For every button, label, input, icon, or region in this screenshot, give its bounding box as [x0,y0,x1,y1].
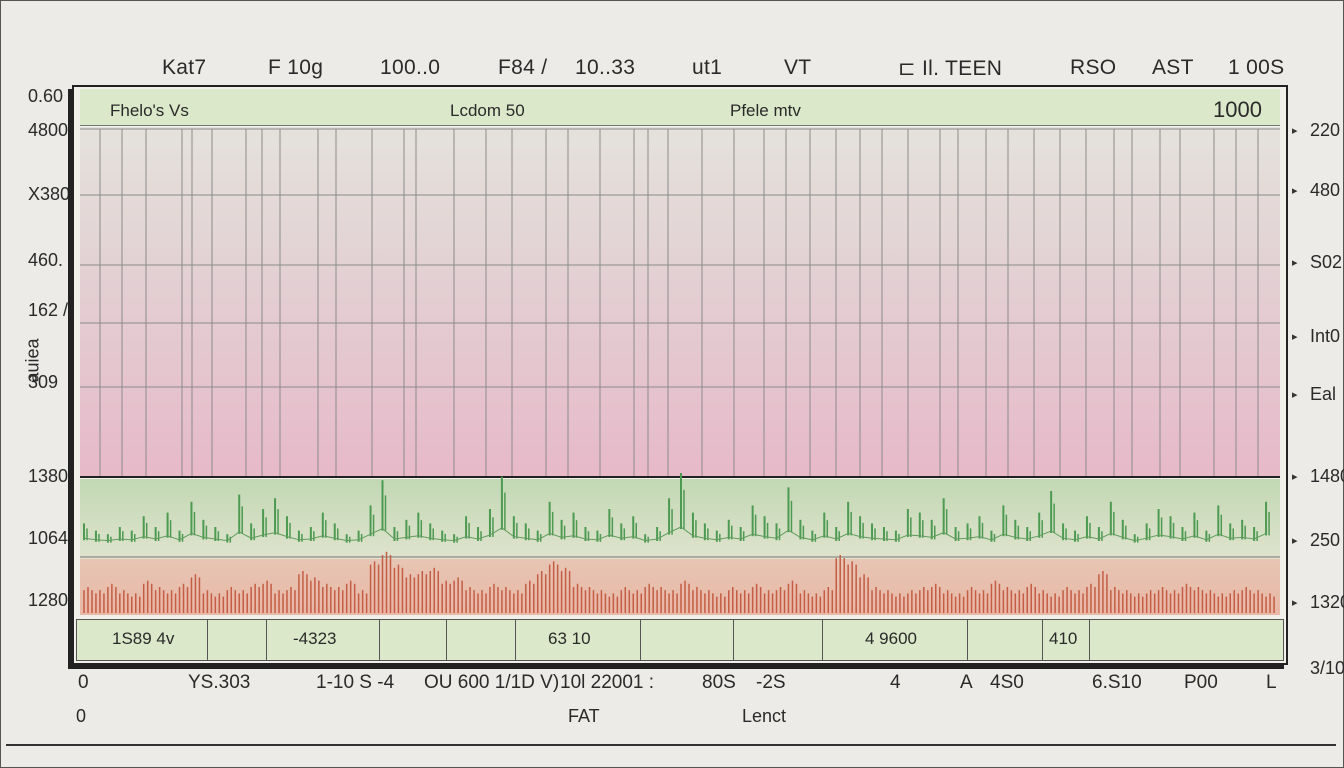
left-tick-label: 1380 [28,466,69,486]
header-label: 1 00S [1228,56,1285,79]
bottom-cell: 1S89 4v [77,620,208,660]
header-label: AST [1152,56,1194,79]
x-axis-name: Lenct [742,706,787,726]
header-label: F 10g [268,56,324,79]
right-tick-marker: ▸ [1292,535,1298,547]
chart-svg [80,127,1280,615]
right-tick-label: 480 [1310,180,1341,200]
right-tick-marker: ▸ [1292,597,1298,609]
right-tick-marker: ▸ [1292,185,1298,197]
x-tick-label: 4 [890,672,901,693]
x-axis-name: FAT [568,706,600,726]
bottom-cell [447,620,516,660]
bottom-cell: 4 9600 [823,620,968,660]
right-tick-label: 1480 [1310,466,1344,486]
header-label: 10..33 [575,56,636,79]
right-tick-marker: ▸ [1292,257,1298,269]
header-label: ut1 [692,56,723,79]
chart-area: Fhelo's Vs Lcdom 50 Pfele mtv 1000 1S89 … [72,85,1288,665]
x-tick-label: 10l 22001 : [560,672,655,693]
x-tick-label: 4S0 [990,672,1024,693]
bottom-cell [208,620,267,660]
header-label: RSO [1070,56,1117,79]
right-tick-label: 250 [1310,530,1341,550]
bottom-cell [380,620,447,660]
y-axis-label: auiea [22,338,43,383]
bottom-cell-value: -4323 [293,629,337,648]
bottom-cell [641,620,734,660]
red-band-background [80,559,1280,615]
bottom-cell [968,620,1043,660]
bottom-cell-value: 63 10 [548,629,591,648]
x-tick-label: 1-10 S -4 [316,672,395,693]
right-tick-marker: ▸ [1292,471,1298,483]
x-tick-label: L [1266,672,1277,693]
right-tick-marker: ▸ [1292,125,1298,137]
bottom-cell: 410 [1043,620,1090,660]
bottom-cell: 63 10 [516,620,641,660]
x-tick-label: 6.S10 [1092,672,1142,693]
top-band-left: Fhelo's Vs [110,101,189,120]
x-axis-name: 0 [76,706,87,726]
x-tick-label: P00 [1184,672,1218,693]
right-tick-label: S02 [1310,252,1343,272]
right-tick-marker: ▸ [1292,331,1298,343]
left-tick-label: 4800 [28,120,69,140]
bottom-cell [734,620,823,660]
left-tick-label: 1064 [28,528,69,548]
right-tick-label: Eal [1310,384,1337,404]
bottom-value-row: 1S89 4v -4323 63 10 4 9600 410 [76,619,1284,661]
right-tick-marker: ▸ [1292,389,1298,401]
right-tick-label: 3/10 [1310,658,1344,678]
header-label: F84 / [498,56,548,79]
bottom-cell-value: 410 [1049,629,1078,648]
top-band-center: Lcdom 50 [450,101,525,120]
x-tick-label: OU 600 1/1D V) [424,672,560,693]
header-label: 100..0 [380,56,441,79]
upper-plot-background [80,127,1280,477]
left-tick-label: X380 [28,184,71,204]
bottom-cell-value: 1S89 4v [112,629,175,648]
x-tick-label: 0 [78,672,89,693]
top-band-right: Pfele mtv [730,101,801,120]
bottom-cell-value: 4 9600 [865,629,917,648]
right-tick-label: Int0 [1310,326,1341,346]
header-label: Kat7 [162,56,207,79]
left-tick-label: 1280 [28,590,69,610]
header-label: VT [784,56,812,79]
x-tick-label: YS.303 [188,672,251,693]
top-band: Fhelo's Vs Lcdom 50 Pfele mtv 1000 [80,89,1280,126]
bottom-cell: -4323 [267,620,380,660]
x-tick-label: -2S [756,672,786,693]
x-tick-label: A [960,672,973,693]
left-tick-label: 460. [28,250,64,270]
right-tick-label: 220 [1310,120,1341,140]
header-label: ⊏ Il. TEEN [898,57,1003,80]
x-tick-label: 80S [702,672,736,693]
left-tick-label: 0.60 [28,86,64,106]
top-band-value: 1000 [1213,97,1262,122]
right-tick-label: 1320 [1310,592,1344,612]
